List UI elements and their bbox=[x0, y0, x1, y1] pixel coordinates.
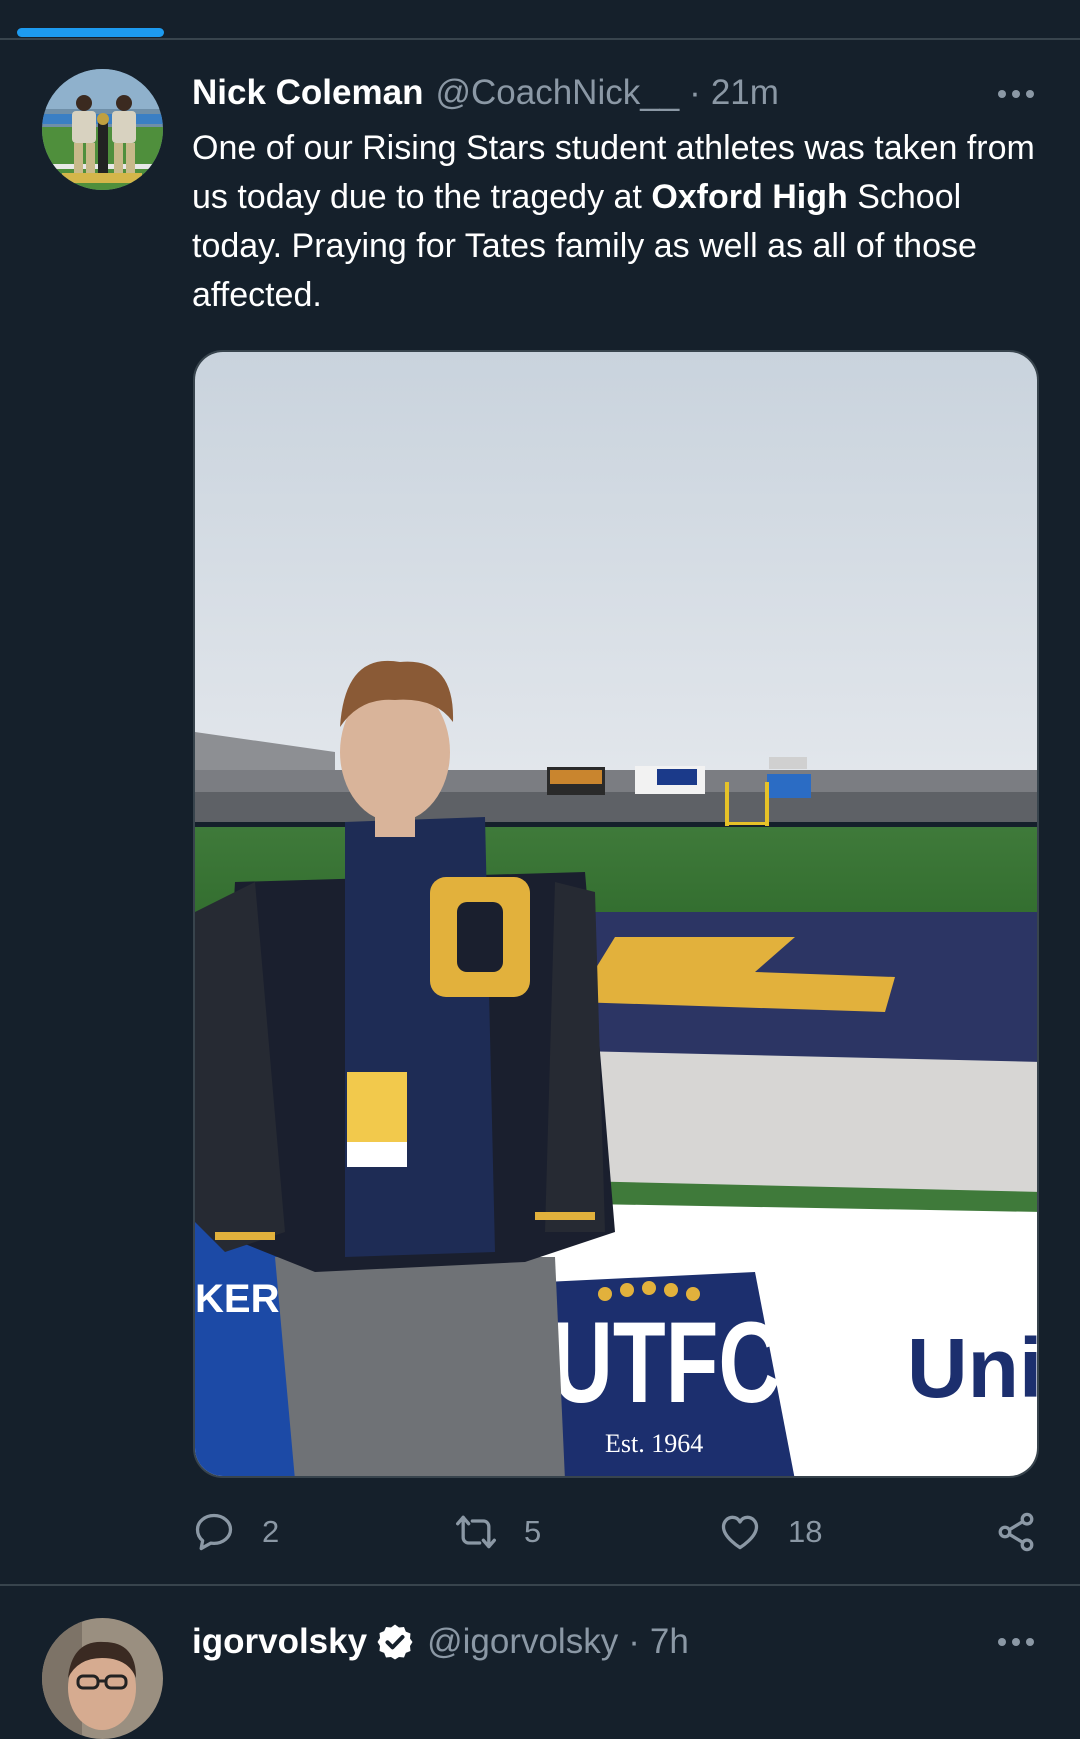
tweet-text: One of our Rising Stars student athletes… bbox=[192, 124, 1052, 320]
retweet-button[interactable]: 5 bbox=[454, 1506, 541, 1558]
like-count: 18 bbox=[788, 1514, 823, 1549]
retweet-count: 5 bbox=[524, 1514, 542, 1549]
tweet-actions: 2 5 18 bbox=[192, 1506, 1047, 1558]
like-button[interactable]: 18 bbox=[718, 1506, 822, 1558]
author-handle[interactable]: @CoachNick__ bbox=[435, 73, 679, 113]
svg-text:Est. 1964: Est. 1964 bbox=[605, 1429, 703, 1458]
author-handle[interactable]: @igorvolsky bbox=[427, 1622, 618, 1662]
tweet-header: Nick Coleman @CoachNick__ · 21m bbox=[192, 70, 779, 116]
loading-progress-bar bbox=[17, 28, 164, 37]
retweet-icon bbox=[456, 1515, 496, 1549]
svg-text:UTFCU: UTFCU bbox=[551, 1298, 844, 1427]
share-icon bbox=[998, 1512, 1034, 1552]
avatar[interactable] bbox=[42, 69, 163, 190]
reply-button[interactable]: 2 bbox=[192, 1506, 279, 1558]
reply-count: 2 bbox=[262, 1514, 280, 1549]
more-icon[interactable] bbox=[997, 1632, 1035, 1652]
share-button[interactable] bbox=[994, 1506, 1038, 1558]
timestamp[interactable]: 21m bbox=[711, 73, 779, 113]
separator: · bbox=[689, 73, 701, 112]
author-name[interactable]: igorvolsky bbox=[192, 1622, 367, 1662]
top-bar bbox=[0, 0, 1080, 40]
tweet-text-bold: Oxford High bbox=[651, 178, 848, 216]
avatar[interactable] bbox=[42, 1618, 163, 1739]
separator: · bbox=[628, 1622, 640, 1661]
svg-text:KER: KER bbox=[195, 1277, 280, 1321]
more-icon[interactable] bbox=[997, 84, 1035, 104]
tweet-header: igorvolsky @igorvolsky · 7h bbox=[192, 1619, 689, 1665]
tweet[interactable]: Nick Coleman @CoachNick__ · 21m One of o… bbox=[0, 40, 1080, 1586]
tweet-photo[interactable]: KER UTFCU Est. 1964 Uni bbox=[193, 350, 1039, 1478]
tweet[interactable]: igorvolsky @igorvolsky · 7h bbox=[0, 1586, 1080, 1739]
svg-text:Uni: Uni bbox=[907, 1321, 1039, 1415]
timestamp[interactable]: 7h bbox=[650, 1622, 689, 1662]
verified-icon bbox=[375, 1622, 415, 1662]
author-name[interactable]: Nick Coleman bbox=[192, 73, 423, 113]
reply-icon bbox=[195, 1513, 233, 1551]
like-icon bbox=[721, 1515, 759, 1550]
